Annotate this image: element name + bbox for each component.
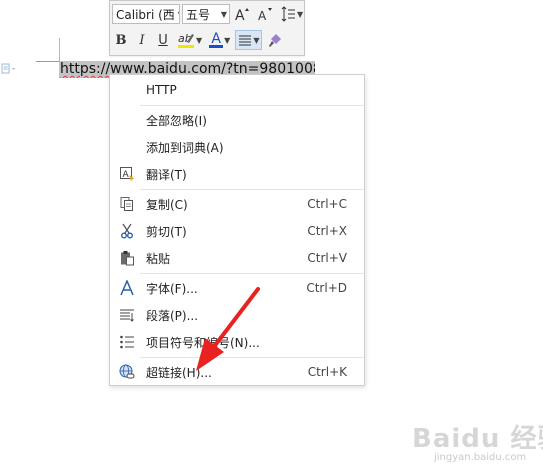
menu-item-paste[interactable]: 粘贴 Ctrl+V <box>110 246 364 270</box>
paragraph-marker-icon <box>0 62 18 76</box>
paragraph-icon <box>119 307 135 323</box>
menu-item-shortcut: Ctrl+X <box>307 224 347 238</box>
menu-item-http[interactable]: HTTP <box>110 78 364 102</box>
menu-item-font[interactable]: 字体(F)... Ctrl+D <box>110 276 364 300</box>
align-justify-icon <box>239 35 252 46</box>
translate-icon: A <box>119 166 135 182</box>
svg-text:A: A <box>258 9 267 22</box>
bullets-icon <box>119 334 135 350</box>
menu-item-label: 翻译(T) <box>146 167 187 182</box>
font-name-value: Calibri (西 <box>116 7 175 22</box>
italic-button[interactable]: I <box>133 30 151 50</box>
menu-item-label: 全部忽略(I) <box>146 113 207 128</box>
shrink-font-icon: A <box>258 8 272 22</box>
menu-item-label: 添加到词典(A) <box>146 140 224 155</box>
font-color-button[interactable]: A ▼ <box>207 30 232 50</box>
menu-separator <box>140 357 364 358</box>
scissors-icon <box>119 223 135 239</box>
text-cursor <box>59 38 60 62</box>
menu-item-hyperlink[interactable]: 超链接(H)... Ctrl+K <box>110 360 364 384</box>
menu-item-shortcut: Ctrl+K <box>307 365 347 379</box>
menu-item-label: 项目符号和编号(N)... <box>146 335 260 350</box>
svg-text:A: A <box>123 170 130 180</box>
grow-font-button[interactable]: A <box>232 4 252 24</box>
paste-icon <box>119 250 135 266</box>
menu-item-bullets-numbering[interactable]: 项目符号和编号(N)... <box>110 330 364 354</box>
copy-icon <box>119 196 135 212</box>
bold-button[interactable]: B <box>112 30 130 50</box>
menu-separator <box>140 273 364 274</box>
baidu-jingyan-watermark: Baidu 经验 jingyan.baidu.com <box>412 418 543 468</box>
font-color-swatch <box>209 44 224 48</box>
menu-item-cut[interactable]: 剪切(T) Ctrl+X <box>110 219 364 243</box>
menu-item-translate[interactable]: A 翻译(T) <box>110 162 364 186</box>
watermark-main-text: Baidu 经验 <box>412 424 543 454</box>
menu-item-label: 复制(C) <box>146 197 188 212</box>
menu-item-copy[interactable]: 复制(C) Ctrl+C <box>110 192 364 216</box>
menu-item-ignore-all[interactable]: 全部忽略(I) <box>110 108 364 132</box>
toolbar-row-1: Calibri (西 ▼ 五号 ▼ A A ▼ <box>112 2 308 26</box>
align-button[interactable]: ▼ <box>235 30 263 50</box>
margin-guide-line <box>36 61 59 62</box>
toolbar-row-2: B I U ab ▼ A ▼ ▼ <box>112 28 288 52</box>
menu-item-add-to-dictionary[interactable]: 添加到词典(A) <box>110 135 364 159</box>
line-spacing-icon <box>281 6 295 22</box>
svg-text:A: A <box>235 8 245 22</box>
menu-item-shortcut: Ctrl+C <box>307 197 347 211</box>
format-painter-button[interactable] <box>265 30 285 50</box>
line-spacing-button[interactable]: ▼ <box>278 4 305 24</box>
menu-item-paragraph[interactable]: 段落(P)... <box>110 303 364 327</box>
watermark-url-text: jingyan.baidu.com <box>434 452 527 463</box>
chevron-down-icon: ▼ <box>224 35 231 45</box>
context-menu: HTTP 全部忽略(I) 添加到词典(A) A 翻译(T) 复制(C) Ctrl… <box>109 74 365 386</box>
menu-separator <box>140 105 364 106</box>
highlighter-icon: ab <box>178 32 194 48</box>
font-color-letter: A <box>211 30 221 47</box>
grow-font-icon: A <box>235 8 249 22</box>
font-size-select[interactable]: 五号 ▼ <box>182 4 230 24</box>
highlight-button[interactable]: ab ▼ <box>175 30 204 50</box>
menu-item-label: 字体(F)... <box>146 281 198 296</box>
chevron-down-icon: ▼ <box>253 35 260 45</box>
chevron-down-icon: ▼ <box>196 35 203 45</box>
menu-item-label: 段落(P)... <box>146 308 199 323</box>
menu-item-label: HTTP <box>146 83 177 97</box>
chevron-down-icon: ▼ <box>297 9 304 19</box>
menu-item-shortcut: Ctrl+V <box>307 251 347 265</box>
chevron-down-icon: ▼ <box>220 9 227 19</box>
font-size-value: 五号 <box>186 7 211 22</box>
menu-item-shortcut: Ctrl+D <box>306 281 347 295</box>
shrink-font-button[interactable]: A <box>255 4 275 24</box>
underline-button[interactable]: U <box>154 30 172 50</box>
menu-item-label: 超链接(H)... <box>146 365 212 380</box>
menu-item-label: 粘贴 <box>146 251 171 266</box>
font-icon <box>119 280 135 296</box>
format-painter-icon <box>269 34 282 47</box>
menu-item-label: 剪切(T) <box>146 224 187 239</box>
font-name-select[interactable]: Calibri (西 ▼ <box>112 4 180 24</box>
menu-separator <box>140 189 364 190</box>
mini-formatting-toolbar: Calibri (西 ▼ 五号 ▼ A A ▼ <box>109 0 305 56</box>
hyperlink-icon <box>119 364 135 380</box>
chevron-down-icon: ▼ <box>178 10 179 19</box>
